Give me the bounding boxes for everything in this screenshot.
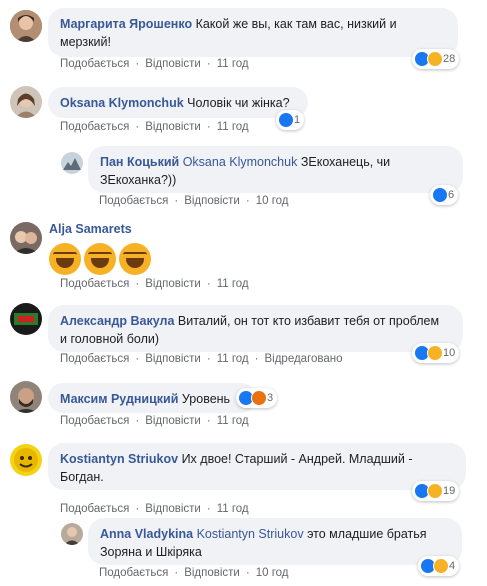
comment-bubble: Маргарита Ярошенко Какой же вы, как там …: [48, 8, 458, 57]
comment-author[interactable]: Александр Вакула: [60, 314, 174, 328]
comment-text: Их двое! Старший - Андрей. Младший -: [181, 452, 413, 466]
like-button[interactable]: Подобається: [60, 353, 129, 365]
comment-author[interactable]: Oksana Klymonchuk: [60, 96, 184, 110]
avatar[interactable]: [10, 86, 42, 118]
reaction-summary[interactable]: 3: [236, 388, 278, 408]
like-button[interactable]: Подобається: [99, 567, 168, 579]
comment-text: Виталий, он тот кто избавит тебя от проб…: [177, 314, 440, 328]
comment-actions: Подобається · Відповісти · 10 год: [99, 567, 289, 579]
like-button[interactable]: Подобається: [60, 278, 129, 290]
comment-bubble: Kostiantyn Striukov Их двое! Старший - А…: [48, 443, 466, 490]
comment-bubble: Александр Вакула Виталий, он тот кто изб…: [48, 305, 463, 352]
timestamp[interactable]: 11 год: [217, 278, 249, 290]
like-icon: [432, 187, 448, 203]
reply-button[interactable]: Відповісти: [145, 58, 201, 70]
reaction-count: 6: [448, 189, 455, 201]
comment-actions: Подобається · Відповісти · 10 год: [99, 195, 289, 207]
reaction-count: 3: [267, 392, 274, 404]
like-button[interactable]: Подобається: [99, 195, 168, 207]
comment-text: ЗЕкоханець, чи: [300, 155, 391, 169]
haha-icon: [427, 483, 443, 499]
avatar[interactable]: [10, 444, 42, 476]
reaction-summary[interactable]: 4: [418, 556, 460, 576]
comment-text: Уровень: [181, 392, 231, 406]
timestamp[interactable]: 11 год: [217, 353, 249, 365]
comment-bubble: Пан Коцький Oksana Klymonchuk ЗЕкоханець…: [88, 146, 463, 193]
reaction-count: 10: [443, 347, 456, 359]
comment-text: это младшие братья: [307, 527, 427, 541]
comment-author[interactable]: Kostiantyn Striukov: [60, 452, 178, 466]
comment-actions: Подобається · Відповісти · 11 год · Відредагов…: [60, 353, 343, 365]
reaction-summary[interactable]: 28: [412, 49, 460, 69]
avatar[interactable]: [10, 10, 42, 42]
haha-icon: [433, 558, 449, 574]
mention-link[interactable]: Oksana Klymonchuk: [183, 155, 298, 169]
reaction-summary[interactable]: 6: [430, 185, 459, 205]
comment-author[interactable]: Anna Vladykina: [100, 527, 193, 541]
comment-actions: Подобається · Відповісти · 11 год: [60, 278, 249, 290]
mention-link[interactable]: Kostiantyn Striukov: [197, 527, 304, 541]
comment-bubble: Максим Рудницкий Уровень: [48, 383, 256, 413]
comment-actions: Подобається · Відповісти · 11 год: [60, 503, 249, 515]
like-button[interactable]: Подобається: [60, 503, 129, 515]
avatar[interactable]: [10, 303, 42, 335]
comment-actions: Подобається · Відповісти · 11 год: [60, 415, 249, 427]
comment-text: мерзкий!: [60, 35, 111, 49]
comment-text: Зоряна и Шкіряка: [100, 545, 202, 559]
reaction-summary[interactable]: 19: [412, 481, 460, 501]
timestamp[interactable]: 11 год: [217, 503, 249, 515]
like-button[interactable]: Подобається: [60, 415, 129, 427]
haha-emoji: [49, 243, 81, 275]
avatar[interactable]: [61, 523, 83, 545]
avatar[interactable]: [10, 381, 42, 413]
like-button[interactable]: Подобається: [60, 58, 129, 70]
comment-text: Какой же вы, как там вас, низкий и: [195, 17, 397, 31]
comment-text: и головной боли): [60, 332, 160, 346]
haha-emoji: [84, 243, 116, 275]
comment-text: ЗЕкоханка?)): [100, 173, 177, 187]
emoji-content: [49, 243, 151, 275]
timestamp[interactable]: 11 год: [217, 58, 249, 70]
timestamp[interactable]: 11 год: [217, 415, 249, 427]
comment-author[interactable]: Маргарита Ярошенко: [60, 17, 192, 31]
reaction-count: 4: [449, 560, 456, 572]
haha-emoji: [119, 243, 151, 275]
haha-icon: [427, 51, 443, 67]
haha-icon: [427, 345, 443, 361]
angry-icon: [251, 390, 267, 406]
reply-button[interactable]: Відповісти: [145, 415, 201, 427]
reaction-summary[interactable]: 1: [276, 110, 305, 130]
comment-author[interactable]: Пан Коцький: [100, 155, 179, 169]
comment-author[interactable]: Alja Samarets: [49, 222, 132, 236]
comment-actions: Подобається · Відповісти · 11 год: [60, 58, 249, 70]
edited-label[interactable]: Відредаговано: [264, 353, 342, 365]
timestamp[interactable]: 10 год: [256, 567, 289, 579]
avatar[interactable]: [10, 222, 42, 254]
comment-bubble: Anna Vladykina Kostiantyn Striukov это м…: [88, 518, 462, 565]
comment-text: Богдан.: [60, 470, 104, 484]
reaction-count: 19: [443, 485, 456, 497]
avatar[interactable]: [61, 152, 83, 174]
reply-button[interactable]: Відповісти: [145, 278, 201, 290]
reaction-count: 1: [294, 114, 301, 126]
comment-text: Чоловік чи жінка?: [187, 96, 290, 110]
comment-bubble: Oksana Klymonchuk Чоловік чи жінка?: [48, 87, 308, 118]
reaction-summary[interactable]: 10: [412, 343, 460, 363]
reply-button[interactable]: Відповісти: [145, 503, 201, 515]
reply-button[interactable]: Відповісти: [145, 353, 201, 365]
comment-actions: Подобається · Відповісти · 11 год: [60, 121, 249, 133]
reply-button[interactable]: Відповісти: [184, 567, 240, 579]
reply-button[interactable]: Відповісти: [145, 121, 201, 133]
timestamp[interactable]: 10 год: [256, 195, 289, 207]
like-button[interactable]: Подобається: [60, 121, 129, 133]
comment-author[interactable]: Максим Рудницкий: [60, 392, 178, 406]
like-icon: [278, 112, 294, 128]
reaction-count: 28: [443, 53, 456, 65]
timestamp[interactable]: 11 год: [217, 121, 249, 133]
reply-button[interactable]: Відповісти: [184, 195, 240, 207]
